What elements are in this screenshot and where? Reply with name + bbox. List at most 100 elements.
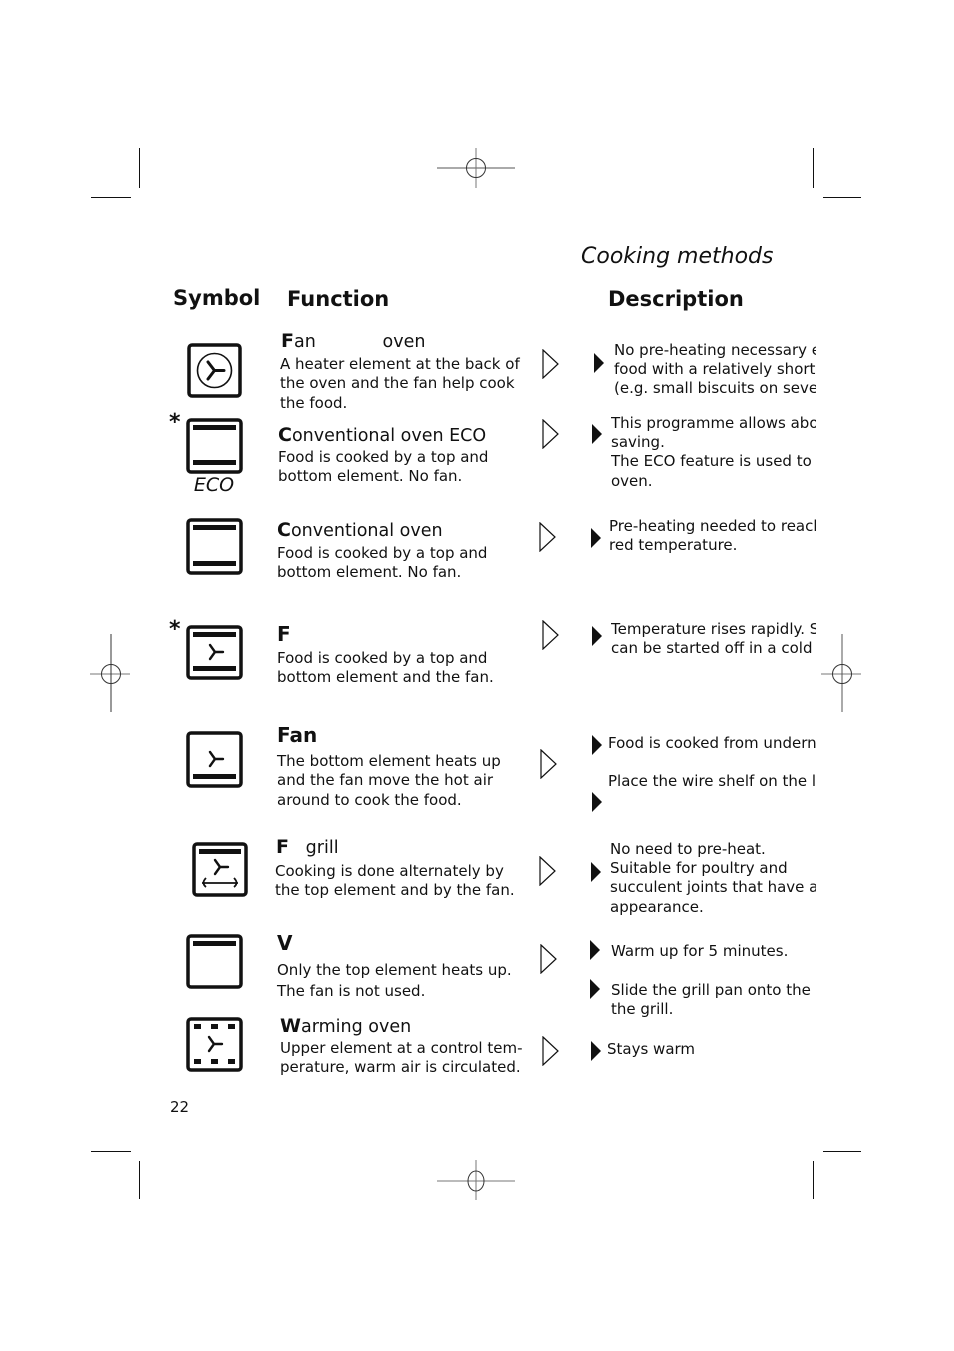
description-line: Temperature rises rapidly. Some dishes — [611, 620, 816, 638]
description-line: saving. — [611, 433, 665, 452]
function-name: Conventional oven ECO — [278, 425, 486, 446]
outline-arrow-icon — [540, 749, 557, 779]
description-line: food with a relatively short cooking tim… — [614, 360, 816, 379]
function-name: F grill — [276, 837, 339, 858]
conventional-oven-eco-icon: ECO — [186, 418, 243, 494]
warming-oven-icon — [186, 1017, 243, 1072]
function-description: Food is cooked by a top and bottom eleme… — [277, 649, 494, 687]
description-line: Pre-heating needed to reach the desi- — [609, 517, 816, 535]
function-description: Only the top element heats up. The fan i… — [277, 960, 517, 1002]
section-title: Cooking methods — [581, 244, 774, 269]
description-block: No pre-heating necessary except for food… — [614, 341, 816, 399]
description-line: Suitable for poultry and — [610, 859, 788, 878]
function-description: The bottom element heats up and the fan … — [277, 752, 501, 809]
bullet-arrow-icon — [591, 528, 601, 548]
bullet-arrow-icon — [594, 353, 604, 373]
function-description: Cooking is done alternately by the top e… — [275, 862, 515, 900]
column-header-function: Function — [287, 287, 390, 311]
function-name-rest: onventional oven ECO — [291, 426, 487, 446]
function-name: Warming oven — [280, 1016, 411, 1037]
crop-mark — [139, 148, 140, 188]
bullet-arrow-icon — [591, 1041, 601, 1061]
outline-arrow-icon — [539, 856, 556, 886]
bullet-arrow-icon — [590, 940, 600, 960]
top-element-grill-icon — [186, 934, 243, 989]
crop-mark — [813, 148, 814, 188]
function-name-initial: C — [278, 424, 292, 446]
description-line: Food is cooked from underneath. — [608, 734, 816, 752]
function-description: A heater element at the back of the oven… — [280, 355, 520, 412]
fan-bottom-icon — [186, 731, 243, 788]
function-description-line: The fan is not used. — [277, 982, 426, 1000]
description-line: oven. — [611, 471, 653, 490]
outline-arrow-icon — [542, 1036, 559, 1066]
description-block: Temperature rises rapidly. Some dishes c… — [611, 620, 816, 658]
function-name-initial: F — [276, 836, 289, 858]
bullet-arrow-icon — [592, 626, 602, 646]
function-description-line: Only the top element heats up. — [277, 961, 512, 979]
column-header-description: Description — [608, 287, 744, 311]
description-line: Warm up for 5 minutes. — [611, 942, 789, 960]
conventional-oven-icon — [186, 518, 243, 575]
description-line: Slide the grill pan onto the middle of — [611, 981, 816, 1000]
function-name: F — [277, 622, 291, 646]
outline-arrow-icon — [540, 944, 557, 974]
crop-mark — [823, 1151, 861, 1152]
bullet-arrow-icon — [592, 792, 602, 812]
description-block: Stays warm — [607, 1040, 816, 1059]
bullet-arrow-icon — [592, 735, 602, 755]
description-line: red temperature. — [609, 536, 738, 555]
description-block: Food is cooked from underneath. Place th… — [608, 734, 816, 791]
bullet-arrow-icon — [592, 424, 602, 444]
description-line: No need to pre-heat. — [610, 840, 766, 858]
fan-oven-icon — [187, 343, 242, 398]
description-line: can be started off in a cold oven. — [611, 639, 816, 658]
fan-with-top-bottom-icon — [186, 625, 243, 680]
description-line: succulent joints that have a golden — [610, 878, 816, 897]
crop-mark — [823, 197, 861, 198]
asterisk-note: * — [169, 617, 181, 642]
page-number: 22 — [170, 1098, 190, 1116]
description-block: No need to pre-heat. Suitable for poultr… — [610, 840, 816, 917]
bullet-arrow-icon — [590, 979, 600, 999]
asterisk-note: * — [169, 410, 181, 435]
description-line: No pre-heating necessary except for — [614, 341, 816, 359]
description-line: Place the wire shelf on the lowest level… — [608, 772, 816, 791]
function-description: Food is cooked by a top and bottom eleme… — [277, 544, 488, 582]
description-line: This programme allows about energy — [611, 414, 816, 432]
description-line: The ECO feature is used to keep warm the — [611, 452, 816, 471]
crop-mark — [139, 1161, 140, 1199]
function-name-rest: onventional oven — [290, 521, 443, 541]
description-line — [608, 753, 816, 772]
outline-arrow-icon — [539, 522, 556, 552]
function-name: Conventional oven — [277, 520, 443, 541]
column-header-symbol: Symbol — [173, 286, 261, 310]
description-block: Pre-heating needed to reach the desi- re… — [609, 517, 816, 555]
function-name-rest: arming oven — [300, 1017, 412, 1037]
function-name-rest: grill — [288, 838, 339, 858]
outline-arrow-icon — [542, 419, 559, 449]
crop-mark — [91, 197, 131, 198]
crop-mark — [91, 1151, 131, 1152]
registration-mark-bottom — [437, 1160, 515, 1200]
fan-grill-icon — [192, 842, 248, 897]
function-name: Fan — [277, 723, 318, 747]
function-name-initial: F — [281, 330, 294, 352]
registration-mark-top — [437, 148, 515, 188]
description-line: appearance. — [610, 897, 704, 916]
eco-label: ECO — [194, 474, 234, 494]
description-line: the grill. — [611, 1000, 674, 1019]
function-description: Upper element at a control tem-perature,… — [280, 1039, 523, 1077]
outline-arrow-icon — [542, 349, 559, 379]
function-name: V — [277, 931, 293, 955]
function-description: Food is cooked by a top and bottom eleme… — [278, 448, 489, 486]
function-name: Fan oven — [281, 331, 425, 352]
registration-mark-left — [90, 634, 130, 712]
outline-arrow-icon — [542, 620, 559, 650]
crop-mark — [813, 1161, 814, 1199]
function-name-rest: an oven — [293, 332, 426, 352]
description-line: Stays warm — [607, 1040, 696, 1058]
function-name-initial: W — [280, 1015, 301, 1037]
bullet-arrow-icon — [591, 862, 601, 882]
function-name-initial: C — [277, 519, 291, 541]
